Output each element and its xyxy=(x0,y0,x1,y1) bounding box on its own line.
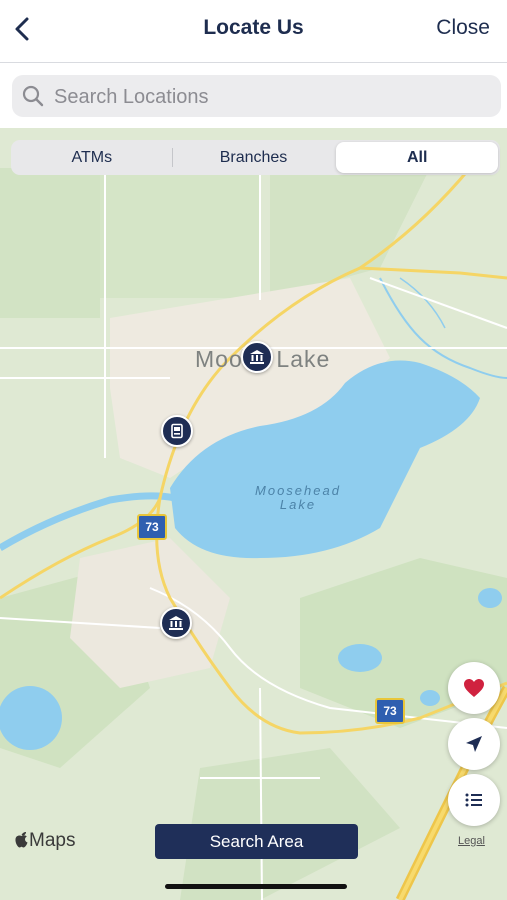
filter-atms[interactable]: ATMs xyxy=(11,140,173,175)
filter-branches[interactable]: Branches xyxy=(173,140,335,175)
map-canvas xyxy=(0,167,507,900)
close-button[interactable]: Close xyxy=(436,16,490,40)
search-area-button[interactable]: Search Area xyxy=(155,824,358,859)
branch-pin[interactable] xyxy=(160,607,192,639)
atm-pin[interactable] xyxy=(161,415,193,447)
highway-shield: 73 xyxy=(375,698,405,724)
apple-logo-icon xyxy=(15,832,28,848)
maps-attribution-text: Maps xyxy=(29,830,76,851)
lake-label: Moosehead Lake xyxy=(243,484,353,512)
search-icon xyxy=(22,85,44,107)
favorites-button[interactable] xyxy=(448,662,500,714)
search-input[interactable] xyxy=(52,75,486,119)
home-indicator xyxy=(165,884,347,889)
highway-shield: 73 xyxy=(137,514,167,540)
filter-all[interactable]: All xyxy=(336,142,499,173)
location-type-filter: ATMs Branches All xyxy=(11,140,500,175)
legal-link[interactable]: Legal xyxy=(458,835,485,847)
search-bar[interactable] xyxy=(12,75,501,119)
heart-icon xyxy=(464,679,484,697)
atm-icon xyxy=(171,423,183,439)
page-title: Locate Us xyxy=(203,16,304,39)
location-arrow-icon xyxy=(466,736,482,752)
bank-branch-icon xyxy=(169,616,183,630)
maps-attribution: Maps xyxy=(14,830,75,852)
bank-branch-icon xyxy=(250,350,264,364)
lake-label-line2: Lake xyxy=(279,497,317,512)
map-view[interactable]: Moose Lake Moosehead Lake 73 73 xyxy=(0,128,507,900)
list-icon xyxy=(465,793,482,807)
branch-pin[interactable] xyxy=(241,341,273,373)
current-location-button[interactable] xyxy=(448,718,500,770)
navigation-bar: Locate Us Close xyxy=(0,0,507,63)
list-view-button[interactable] xyxy=(448,774,500,826)
lake-label-line1: Moosehead xyxy=(255,483,341,498)
